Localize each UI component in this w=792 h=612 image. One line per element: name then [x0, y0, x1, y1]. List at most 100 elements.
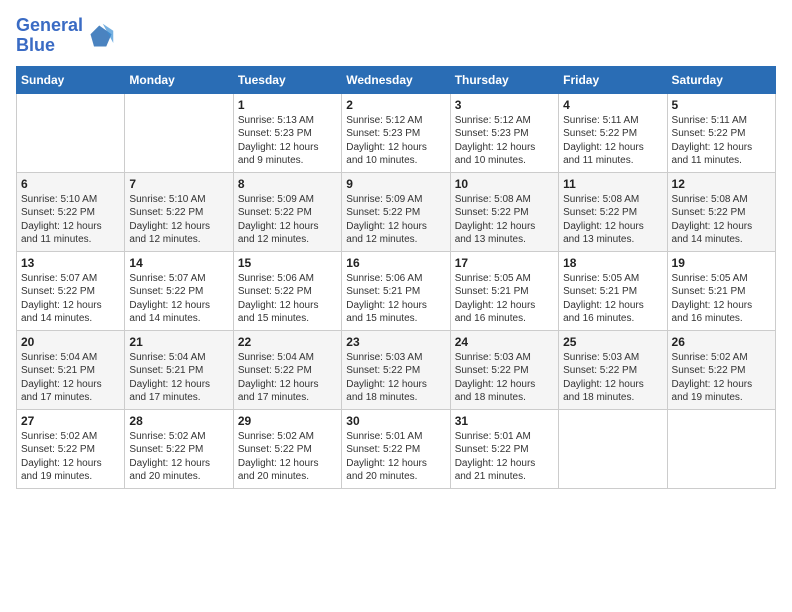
day-info: Sunrise: 5:04 AMSunset: 5:22 PMDaylight:… [238, 351, 337, 405]
day-number: 9 [346, 177, 445, 191]
day-number: 7 [129, 177, 228, 191]
calendar-cell: 24 Sunrise: 5:03 AMSunset: 5:22 PMDayligh… [450, 330, 558, 409]
day-number: 8 [238, 177, 337, 191]
day-number: 20 [21, 335, 120, 349]
page-header: General Blue [16, 16, 776, 56]
calendar-cell: 21Sunrise: 5:04 AMSunset: 5:21 PMDayligh… [125, 330, 233, 409]
day-number: 18 [563, 256, 662, 270]
calendar-cell: 28 Sunrise: 5:02 AMSunset: 5:22 PMDayligh… [125, 409, 233, 488]
day-info: Sunrise: 5:08 AMSunset: 5:22 PMDaylight:… [563, 193, 662, 247]
day-number: 1 [238, 98, 337, 112]
day-number: 5 [672, 98, 771, 112]
day-number: 14 [129, 256, 228, 270]
day-info: Sunrise: 5:02 AMSunset: 5:22 PMDaylight:… [238, 430, 337, 484]
weekday-header: Thursday [450, 66, 558, 93]
weekday-header: Wednesday [342, 66, 450, 93]
day-info: Sunrise: 5:11 AMSunset: 5:22 PMDaylight:… [563, 114, 662, 168]
day-number: 2 [346, 98, 445, 112]
calendar-week-row: 1 Sunrise: 5:13 AMSunset: 5:23 PMDaylight… [17, 93, 776, 172]
calendar-cell: 19 Sunrise: 5:05 AMSunset: 5:21 PMDayligh… [667, 251, 775, 330]
day-number: 13 [21, 256, 120, 270]
day-number: 25 [563, 335, 662, 349]
logo-icon [87, 22, 115, 50]
calendar-week-row: 27Sunrise: 5:02 AMSunset: 5:22 PMDayligh… [17, 409, 776, 488]
calendar-cell: 13Sunrise: 5:07 AMSunset: 5:22 PMDayligh… [17, 251, 125, 330]
day-info: Sunrise: 5:01 AMSunset: 5:22 PMDaylight:… [455, 430, 554, 484]
logo: General Blue [16, 16, 115, 56]
day-info: Sunrise: 5:11 AMSunset: 5:22 PMDaylight:… [672, 114, 771, 168]
day-info: Sunrise: 5:03 AMSunset: 5:22 PMDaylight:… [455, 351, 554, 405]
day-info: Sunrise: 5:06 AMSunset: 5:21 PMDaylight:… [346, 272, 445, 326]
day-number: 17 [455, 256, 554, 270]
day-info: Sunrise: 5:08 AMSunset: 5:22 PMDaylight:… [455, 193, 554, 247]
day-info: Sunrise: 5:04 AMSunset: 5:21 PMDaylight:… [21, 351, 120, 405]
calendar-cell: 6 Sunrise: 5:10 AMSunset: 5:22 PMDaylight… [17, 172, 125, 251]
weekday-header: Friday [559, 66, 667, 93]
calendar-table: SundayMondayTuesdayWednesdayThursdayFrid… [16, 66, 776, 489]
day-number: 29 [238, 414, 337, 428]
weekday-header: Saturday [667, 66, 775, 93]
calendar-cell: 11 Sunrise: 5:08 AMSunset: 5:22 PMDayligh… [559, 172, 667, 251]
day-info: Sunrise: 5:02 AMSunset: 5:22 PMDaylight:… [129, 430, 228, 484]
calendar-week-row: 20 Sunrise: 5:04 AMSunset: 5:21 PMDayligh… [17, 330, 776, 409]
calendar-cell: 4Sunrise: 5:11 AMSunset: 5:22 PMDaylight… [559, 93, 667, 172]
day-number: 22 [238, 335, 337, 349]
day-number: 23 [346, 335, 445, 349]
day-info: Sunrise: 5:02 AMSunset: 5:22 PMDaylight:… [21, 430, 120, 484]
day-number: 19 [672, 256, 771, 270]
day-info: Sunrise: 5:05 AMSunset: 5:21 PMDaylight:… [672, 272, 771, 326]
day-info: Sunrise: 5:05 AMSunset: 5:21 PMDaylight:… [563, 272, 662, 326]
day-number: 24 [455, 335, 554, 349]
calendar-cell: 29 Sunrise: 5:02 AMSunset: 5:22 PMDayligh… [233, 409, 341, 488]
day-info: Sunrise: 5:06 AMSunset: 5:22 PMDaylight:… [238, 272, 337, 326]
day-info: Sunrise: 5:12 AMSunset: 5:23 PMDaylight:… [455, 114, 554, 168]
calendar-cell: 1 Sunrise: 5:13 AMSunset: 5:23 PMDaylight… [233, 93, 341, 172]
day-number: 31 [455, 414, 554, 428]
calendar-cell [125, 93, 233, 172]
day-info: Sunrise: 5:01 AMSunset: 5:22 PMDaylight:… [346, 430, 445, 484]
day-info: Sunrise: 5:03 AMSunset: 5:22 PMDaylight:… [563, 351, 662, 405]
day-number: 26 [672, 335, 771, 349]
calendar-cell: 3 Sunrise: 5:12 AMSunset: 5:23 PMDaylight… [450, 93, 558, 172]
calendar-cell: 5 Sunrise: 5:11 AMSunset: 5:22 PMDaylight… [667, 93, 775, 172]
calendar-cell: 14 Sunrise: 5:07 AMSunset: 5:22 PMDayligh… [125, 251, 233, 330]
calendar-week-row: 13 Sunrise: 5:07 AMSunset: 5:22 PMDayligh… [17, 251, 776, 330]
day-info: Sunrise: 5:07 AMSunset: 5:22 PMDaylight:… [129, 272, 228, 326]
day-info: Sunrise: 5:09 AMSunset: 5:22 PMDaylight:… [238, 193, 337, 247]
day-number: 11 [563, 177, 662, 191]
day-number: 16 [346, 256, 445, 270]
weekday-header: Tuesday [233, 66, 341, 93]
day-info: Sunrise: 5:02 AMSunset: 5:22 PMDaylight:… [672, 351, 771, 405]
day-number: 15 [238, 256, 337, 270]
day-info: Sunrise: 5:09 AMSunset: 5:22 PMDaylight:… [346, 193, 445, 247]
day-number: 12 [672, 177, 771, 191]
day-info: Sunrise: 5:13 AMSunset: 5:23 PMDaylight:… [238, 114, 337, 168]
calendar-cell: 23 Sunrise: 5:03 AMSunset: 5:22 PMDayligh… [342, 330, 450, 409]
weekday-header: Sunday [17, 66, 125, 93]
calendar-cell: 15 Sunrise: 5:06 AMSunset: 5:22 PMDayligh… [233, 251, 341, 330]
day-info: Sunrise: 5:10 AMSunset: 5:22 PMDaylight:… [21, 193, 120, 247]
day-number: 30 [346, 414, 445, 428]
calendar-cell: 18 Sunrise: 5:05 AMSunset: 5:21 PMDayligh… [559, 251, 667, 330]
day-info: Sunrise: 5:03 AMSunset: 5:22 PMDaylight:… [346, 351, 445, 405]
day-number: 3 [455, 98, 554, 112]
calendar-cell: 8 Sunrise: 5:09 AMSunset: 5:22 PMDaylight… [233, 172, 341, 251]
calendar-cell: 30 Sunrise: 5:01 AMSunset: 5:22 PMDayligh… [342, 409, 450, 488]
calendar-cell: 20 Sunrise: 5:04 AMSunset: 5:21 PMDayligh… [17, 330, 125, 409]
day-info: Sunrise: 5:10 AMSunset: 5:22 PMDaylight:… [129, 193, 228, 247]
calendar-cell: 7 Sunrise: 5:10 AMSunset: 5:22 PMDaylight… [125, 172, 233, 251]
calendar-cell: 31 Sunrise: 5:01 AMSunset: 5:22 PMDayligh… [450, 409, 558, 488]
day-number: 10 [455, 177, 554, 191]
calendar-week-row: 6 Sunrise: 5:10 AMSunset: 5:22 PMDaylight… [17, 172, 776, 251]
day-number: 28 [129, 414, 228, 428]
calendar-cell: 25 Sunrise: 5:03 AMSunset: 5:22 PMDayligh… [559, 330, 667, 409]
calendar-header-row: SundayMondayTuesdayWednesdayThursdayFrid… [17, 66, 776, 93]
calendar-cell: 2Sunrise: 5:12 AMSunset: 5:23 PMDaylight… [342, 93, 450, 172]
calendar-cell: 27Sunrise: 5:02 AMSunset: 5:22 PMDayligh… [17, 409, 125, 488]
calendar-cell: 10 Sunrise: 5:08 AMSunset: 5:22 PMDayligh… [450, 172, 558, 251]
calendar-cell: 17Sunrise: 5:05 AMSunset: 5:21 PMDayligh… [450, 251, 558, 330]
day-number: 21 [129, 335, 228, 349]
calendar-cell: 22 Sunrise: 5:04 AMSunset: 5:22 PMDayligh… [233, 330, 341, 409]
day-number: 6 [21, 177, 120, 191]
logo-text: General Blue [16, 16, 83, 56]
